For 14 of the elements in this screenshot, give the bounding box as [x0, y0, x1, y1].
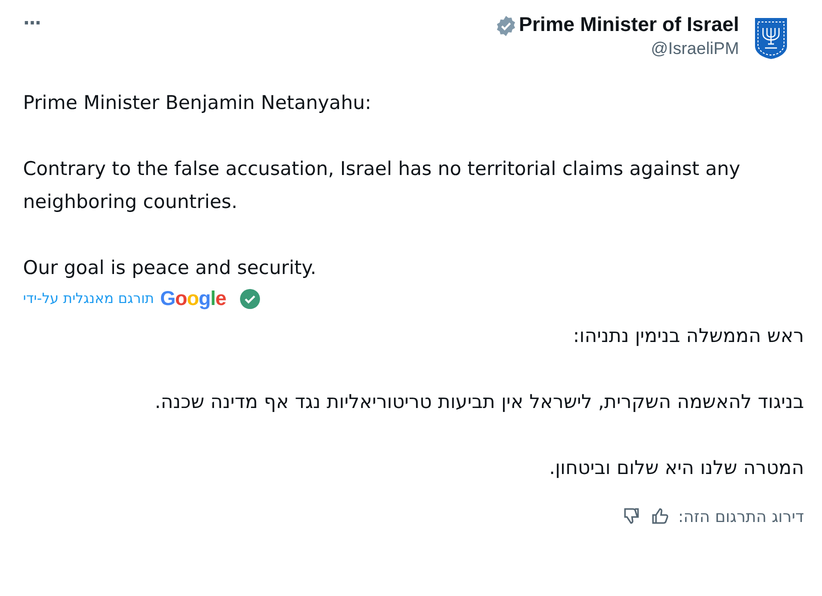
- tweet-text: Prime Minister Benjamin Netanyahu:: [23, 91, 372, 116]
- thumbs-up-icon[interactable]: [650, 506, 670, 526]
- tweet-text: Contrary to the false accusation, Israel has no territorial claims against any neighboring countries.: [23, 157, 742, 215]
- tweet-text: Our goal is peace and security.: [23, 256, 318, 281]
- translated-text: בניגוד להאשמה השקרית, לישראל אין תביעות טריטוריאליות נגד אף מדינה שכנה.: [154, 390, 804, 415]
- google-logo: Google: [160, 288, 226, 310]
- check-icon: [240, 289, 260, 309]
- emblem-avatar-icon[interactable]: [753, 16, 789, 60]
- translated-text: המטרה שלנו היא שלום וביטחון.: [548, 456, 804, 481]
- author-name[interactable]: Prime Minister of Israel: [518, 14, 739, 37]
- rate-translation-label: דירוג התרגום הזה:: [678, 506, 804, 526]
- translated-text: ראש הממשלה בנימין נתניהו:: [572, 324, 804, 349]
- author-handle[interactable]: @IsraeliPM: [650, 39, 739, 59]
- more-options-button[interactable]: ···: [23, 14, 41, 34]
